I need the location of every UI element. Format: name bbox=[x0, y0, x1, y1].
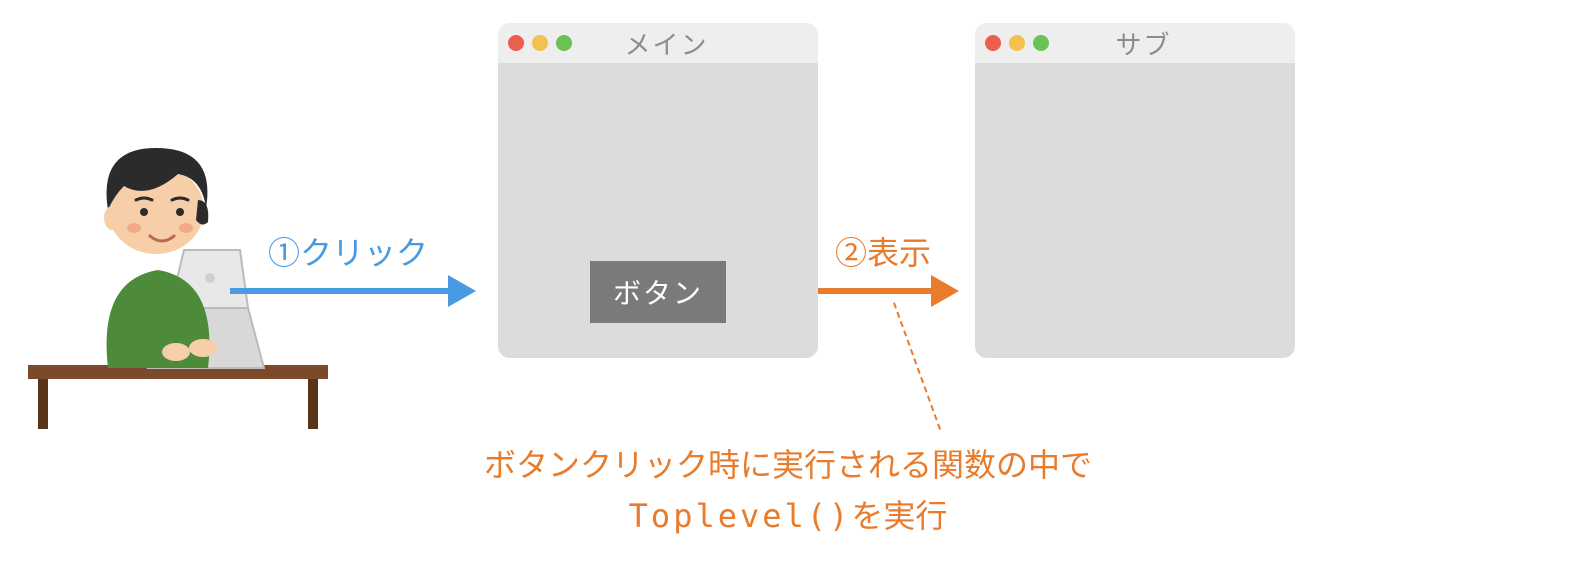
show-arrow-head bbox=[931, 275, 959, 307]
sub-window: サブ bbox=[975, 23, 1295, 358]
minimize-icon[interactable] bbox=[1009, 35, 1025, 51]
explanation-caption: ボタンクリック時に実行される関数の中で Toplevel()を実行 bbox=[0, 440, 1576, 542]
annotation-connector bbox=[893, 302, 941, 430]
click-arrow bbox=[230, 288, 450, 294]
main-window: メイン ボタン bbox=[498, 23, 818, 358]
caption-line1: ボタンクリック時に実行される関数の中で bbox=[0, 440, 1576, 491]
caption-code: Toplevel() bbox=[629, 497, 852, 535]
close-icon[interactable] bbox=[985, 35, 1001, 51]
step1-label: ①クリック bbox=[268, 228, 428, 274]
main-window-titlebar: メイン bbox=[498, 23, 818, 63]
maximize-icon[interactable] bbox=[1033, 35, 1049, 51]
click-arrow-head bbox=[448, 275, 476, 307]
main-window-title: メイン bbox=[580, 25, 753, 62]
close-icon[interactable] bbox=[508, 35, 524, 51]
open-subwindow-button[interactable]: ボタン bbox=[590, 261, 726, 323]
sub-window-title: サブ bbox=[1057, 25, 1230, 62]
sub-window-titlebar: サブ bbox=[975, 23, 1295, 63]
maximize-icon[interactable] bbox=[556, 35, 572, 51]
show-arrow bbox=[818, 288, 933, 294]
caption-line2: Toplevel()を実行 bbox=[0, 491, 1576, 542]
caption-suffix: を実行 bbox=[851, 498, 947, 534]
user-illustration bbox=[28, 130, 328, 430]
minimize-icon[interactable] bbox=[532, 35, 548, 51]
step2-label: ②表示 bbox=[835, 228, 931, 274]
